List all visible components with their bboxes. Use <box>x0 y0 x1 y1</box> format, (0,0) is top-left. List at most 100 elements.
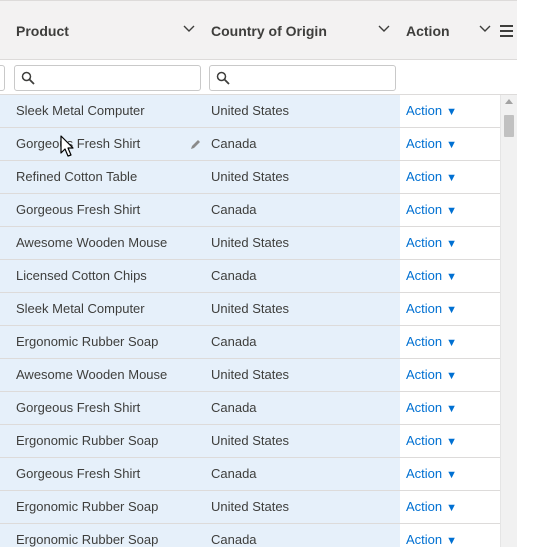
action-link[interactable]: Action <box>406 466 442 481</box>
action-link[interactable]: Action <box>406 400 442 415</box>
chevron-down-icon[interactable] <box>182 22 196 36</box>
row-action-menu[interactable]: Action ▼ <box>400 326 500 358</box>
product-cell[interactable]: Ergonomic Rubber Soap <box>0 425 205 457</box>
row-action-menu[interactable]: Action ▼ <box>400 128 500 160</box>
product-cell[interactable]: Refined Cotton Table <box>0 161 205 193</box>
table-row[interactable]: Ergonomic Rubber Soap United States Action… <box>0 425 500 458</box>
country-cell[interactable]: United States <box>205 95 400 127</box>
row-action-menu[interactable]: Action ▼ <box>400 161 500 193</box>
table-row[interactable]: Gorgeous Fresh Shirt Canada Action ▼ <box>0 128 500 161</box>
table-row[interactable]: Awesome Wooden Mouse United States Action ▼ <box>0 227 500 260</box>
table-row[interactable]: Ergonomic Rubber Soap Canada Action ▼ <box>0 524 500 547</box>
country-cell[interactable]: United States <box>205 491 400 523</box>
hamburger-menu-icon[interactable] <box>500 25 513 37</box>
action-link[interactable]: Action <box>406 202 442 217</box>
row-action-menu[interactable]: Action ▼ <box>400 227 500 259</box>
data-grid: Product Country of Origin Action Sleek M… <box>0 0 517 547</box>
product-cell[interactable]: Gorgeous Fresh Shirt <box>0 458 205 490</box>
column-header-action[interactable]: Action <box>400 1 500 60</box>
country-cell[interactable]: Canada <box>205 326 400 358</box>
column-header-country[interactable]: Country of Origin <box>205 1 400 60</box>
product-cell[interactable]: Sleek Metal Computer <box>0 95 205 127</box>
table-row[interactable]: Sleek Metal Computer United States Action ▼ <box>0 95 500 128</box>
country-cell[interactable]: Canada <box>205 128 400 160</box>
caret-down-icon[interactable]: ▼ <box>446 205 457 217</box>
country-cell[interactable]: Canada <box>205 524 400 547</box>
row-action-menu[interactable]: Action ▼ <box>400 95 500 127</box>
chevron-down-icon[interactable] <box>377 22 391 36</box>
caret-down-icon[interactable]: ▼ <box>446 238 457 250</box>
row-action-menu[interactable]: Action ▼ <box>400 260 500 292</box>
action-link[interactable]: Action <box>406 169 442 184</box>
row-action-menu[interactable]: Action ▼ <box>400 458 500 490</box>
caret-down-icon[interactable]: ▼ <box>446 436 457 448</box>
table-row[interactable]: Ergonomic Rubber Soap United States Action… <box>0 491 500 524</box>
product-cell[interactable]: Ergonomic Rubber Soap <box>0 491 205 523</box>
action-link[interactable]: Action <box>406 433 442 448</box>
caret-down-icon[interactable]: ▼ <box>446 469 457 481</box>
country-cell[interactable]: United States <box>205 359 400 391</box>
caret-down-icon[interactable]: ▼ <box>446 139 457 151</box>
table-row[interactable]: Awesome Wooden Mouse United States Action ▼ <box>0 359 500 392</box>
table-row[interactable]: Gorgeous Fresh Shirt Canada Action ▼ <box>0 194 500 227</box>
country-cell[interactable]: United States <box>205 293 400 325</box>
caret-down-icon[interactable]: ▼ <box>446 535 457 547</box>
product-cell[interactable]: Awesome Wooden Mouse <box>0 227 205 259</box>
country-cell[interactable]: Canada <box>205 392 400 424</box>
chevron-down-icon[interactable] <box>478 22 492 36</box>
caret-down-icon[interactable]: ▼ <box>446 271 457 283</box>
column-header-label: Action <box>406 23 450 39</box>
product-cell[interactable]: Sleek Metal Computer <box>0 293 205 325</box>
country-cell[interactable]: United States <box>205 161 400 193</box>
partial-filter-input[interactable] <box>0 65 5 91</box>
caret-down-icon[interactable]: ▼ <box>446 106 457 118</box>
row-action-menu[interactable]: Action ▼ <box>400 524 500 547</box>
table-row[interactable]: Sleek Metal Computer United States Action ▼ <box>0 293 500 326</box>
action-link[interactable]: Action <box>406 367 442 382</box>
scroll-up-arrow-icon[interactable] <box>505 99 513 104</box>
caret-down-icon[interactable]: ▼ <box>446 337 457 349</box>
table-row[interactable]: Gorgeous Fresh Shirt Canada Action ▼ <box>0 458 500 491</box>
product-cell[interactable]: Ergonomic Rubber Soap <box>0 326 205 358</box>
product-cell[interactable]: Gorgeous Fresh Shirt <box>0 128 205 160</box>
row-action-menu[interactable]: Action ▼ <box>400 194 500 226</box>
country-cell[interactable]: United States <box>205 425 400 457</box>
product-cell[interactable]: Ergonomic Rubber Soap <box>0 524 205 547</box>
product-filter-input[interactable] <box>14 65 201 91</box>
row-action-menu[interactable]: Action ▼ <box>400 392 500 424</box>
edit-pencil-icon[interactable] <box>189 138 202 151</box>
caret-down-icon[interactable]: ▼ <box>446 502 457 514</box>
country-cell[interactable]: United States <box>205 227 400 259</box>
table-row[interactable]: Gorgeous Fresh Shirt Canada Action ▼ <box>0 392 500 425</box>
action-link[interactable]: Action <box>406 268 442 283</box>
row-action-menu[interactable]: Action ▼ <box>400 359 500 391</box>
product-cell[interactable]: Gorgeous Fresh Shirt <box>0 392 205 424</box>
action-link[interactable]: Action <box>406 334 442 349</box>
action-link[interactable]: Action <box>406 532 442 547</box>
scrollbar-thumb[interactable] <box>504 115 514 137</box>
table-row[interactable]: Licensed Cotton Chips Canada Action ▼ <box>0 260 500 293</box>
country-cell[interactable]: Canada <box>205 458 400 490</box>
vertical-scrollbar[interactable] <box>500 95 517 547</box>
action-link[interactable]: Action <box>406 235 442 250</box>
action-link[interactable]: Action <box>406 301 442 316</box>
caret-down-icon[interactable]: ▼ <box>446 370 457 382</box>
product-cell[interactable]: Licensed Cotton Chips <box>0 260 205 292</box>
row-action-menu[interactable]: Action ▼ <box>400 425 500 457</box>
country-cell[interactable]: Canada <box>205 260 400 292</box>
product-cell[interactable]: Gorgeous Fresh Shirt <box>0 194 205 226</box>
product-cell[interactable]: Awesome Wooden Mouse <box>0 359 205 391</box>
action-link[interactable]: Action <box>406 499 442 514</box>
action-link[interactable]: Action <box>406 136 442 151</box>
caret-down-icon[interactable]: ▼ <box>446 403 457 415</box>
row-action-menu[interactable]: Action ▼ <box>400 491 500 523</box>
country-cell[interactable]: Canada <box>205 194 400 226</box>
column-header-product[interactable]: Product <box>0 1 205 60</box>
country-filter-input[interactable] <box>209 65 396 91</box>
caret-down-icon[interactable]: ▼ <box>446 172 457 184</box>
table-row[interactable]: Refined Cotton Table United States Action ▼ <box>0 161 500 194</box>
row-action-menu[interactable]: Action ▼ <box>400 293 500 325</box>
caret-down-icon[interactable]: ▼ <box>446 304 457 316</box>
action-link[interactable]: Action <box>406 103 442 118</box>
table-row[interactable]: Ergonomic Rubber Soap Canada Action ▼ <box>0 326 500 359</box>
